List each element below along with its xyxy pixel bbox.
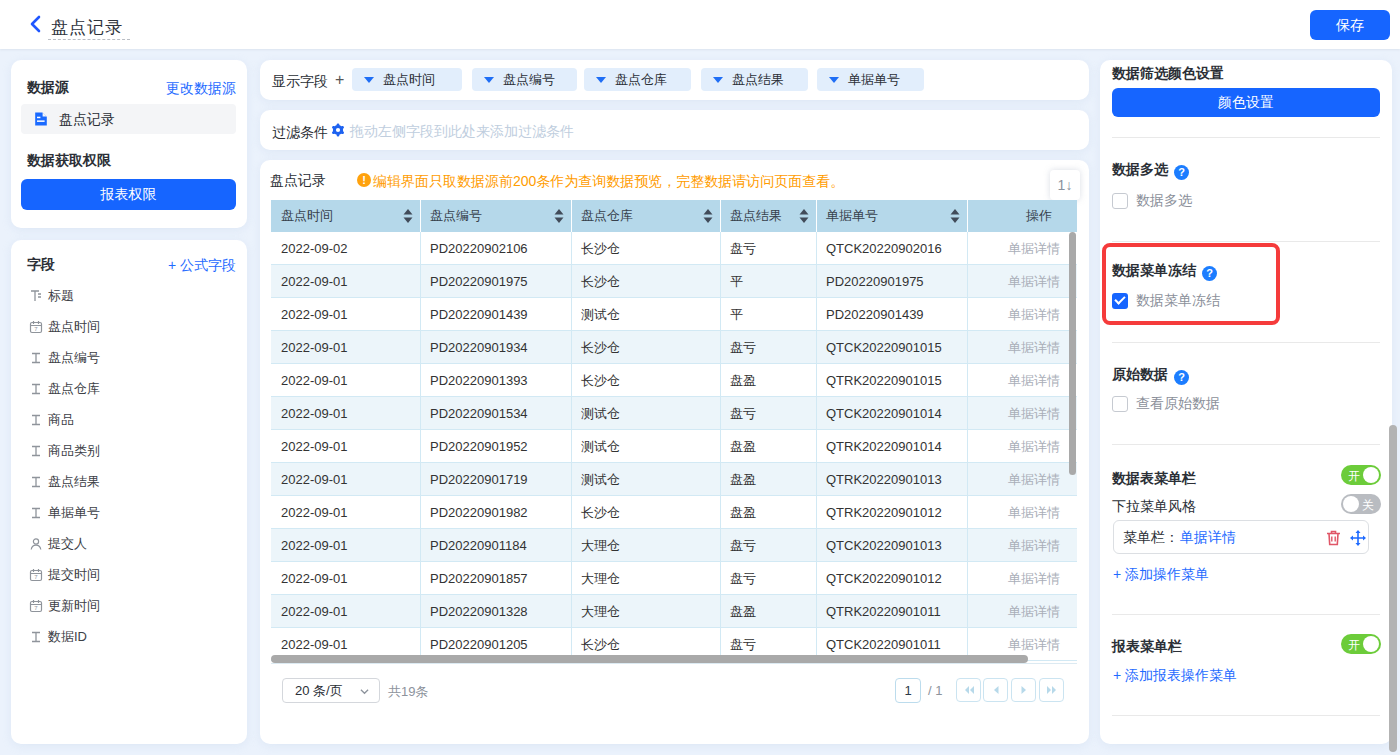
- svg-text:7: 7: [34, 605, 38, 611]
- svg-text:7: 7: [34, 574, 38, 580]
- svg-text:7: 7: [34, 326, 38, 332]
